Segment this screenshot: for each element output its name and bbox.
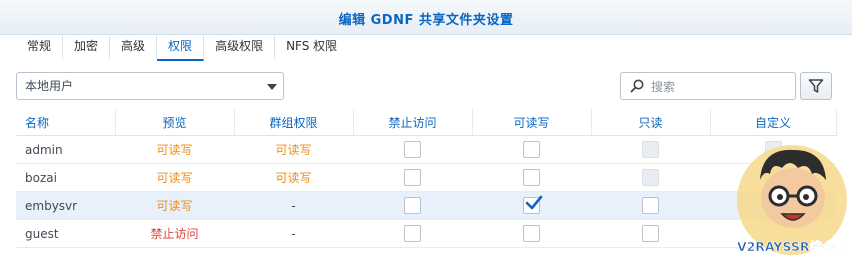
no-access-checkbox[interactable]	[404, 141, 421, 158]
read-only-checkbox[interactable]	[642, 225, 659, 242]
preview-permission: 可读写	[115, 163, 234, 192]
search-box	[620, 72, 796, 100]
table-header-row: 名称 预览 群组权限 禁止访问 可读写 只读 自定义	[16, 109, 837, 136]
column-header-preview[interactable]: 预览	[115, 109, 235, 136]
table-row[interactable]: admin 可读写 可读写	[16, 135, 836, 164]
preview-permission: 可读写	[115, 135, 234, 164]
tab-nfs-permissions[interactable]: NFS 权限	[275, 34, 348, 59]
tab-advanced-permissions[interactable]: 高级权限	[204, 34, 276, 59]
filter-icon	[808, 79, 824, 93]
column-header-no-access[interactable]: 禁止访问	[353, 109, 473, 136]
read-write-checkbox[interactable]	[523, 141, 540, 158]
watermark-text: V2RAYSSR综合网	[737, 239, 847, 254]
user-name: guest	[16, 219, 115, 248]
permissions-table: 名称 预览 群组权限 禁止访问 可读写 只读 自定义 admin 可读写 可读写…	[16, 109, 837, 248]
tab-encryption[interactable]: 加密	[63, 34, 111, 59]
no-access-checkbox[interactable]	[404, 197, 421, 214]
search-icon	[630, 79, 644, 93]
group-permission: -	[234, 191, 353, 220]
search-input[interactable]	[649, 76, 793, 98]
read-write-checkbox[interactable]	[523, 195, 543, 214]
preview-permission: 禁止访问	[115, 219, 234, 248]
group-permission: 可读写	[234, 135, 353, 164]
user-type-select[interactable]: 本地用户	[16, 72, 284, 100]
column-header-name[interactable]: 名称	[16, 109, 116, 136]
tab-advanced[interactable]: 高级	[110, 34, 158, 59]
read-write-checkbox[interactable]	[523, 169, 540, 186]
table-row[interactable]: bozai 可读写 可读写	[16, 163, 836, 192]
read-only-checkbox	[642, 141, 659, 158]
group-permission: -	[234, 219, 353, 248]
user-name: bozai	[16, 163, 115, 192]
no-access-checkbox[interactable]	[404, 169, 421, 186]
column-header-read-only[interactable]: 只读	[591, 109, 711, 136]
toolbar: 本地用户	[16, 72, 836, 100]
preview-permission: 可读写	[115, 191, 234, 220]
table-row[interactable]: guest 禁止访问 -	[16, 219, 836, 248]
dialog-titlebar: 编辑 GDNF 共享文件夹设置	[0, 0, 852, 35]
user-name: embysvr	[16, 191, 115, 220]
read-write-checkbox[interactable]	[523, 225, 540, 242]
column-header-read-write[interactable]: 可读写	[472, 109, 592, 136]
no-access-checkbox[interactable]	[404, 225, 421, 242]
group-permission: 可读写	[234, 163, 353, 192]
tab-permissions[interactable]: 权限	[157, 34, 205, 61]
checkmark-icon	[525, 195, 543, 210]
read-only-checkbox[interactable]	[642, 197, 659, 214]
watermark-logo: V2RAYSSR综合网	[737, 145, 847, 255]
column-header-custom[interactable]: 自定义	[710, 109, 837, 136]
filter-button[interactable]	[800, 72, 832, 100]
table-row[interactable]: embysvr 可读写 -	[16, 191, 836, 220]
tab-general[interactable]: 常规	[16, 34, 64, 59]
read-only-checkbox	[642, 169, 659, 186]
user-type-value: 本地用户	[25, 79, 74, 93]
chevron-down-icon	[267, 84, 277, 90]
user-name: admin	[16, 135, 115, 164]
dialog-title: 编辑 GDNF 共享文件夹设置	[338, 13, 514, 28]
column-header-group-permission[interactable]: 群组权限	[234, 109, 354, 136]
tab-bar: 常规 加密 高级 权限 高级权限 NFS 权限	[16, 34, 348, 61]
